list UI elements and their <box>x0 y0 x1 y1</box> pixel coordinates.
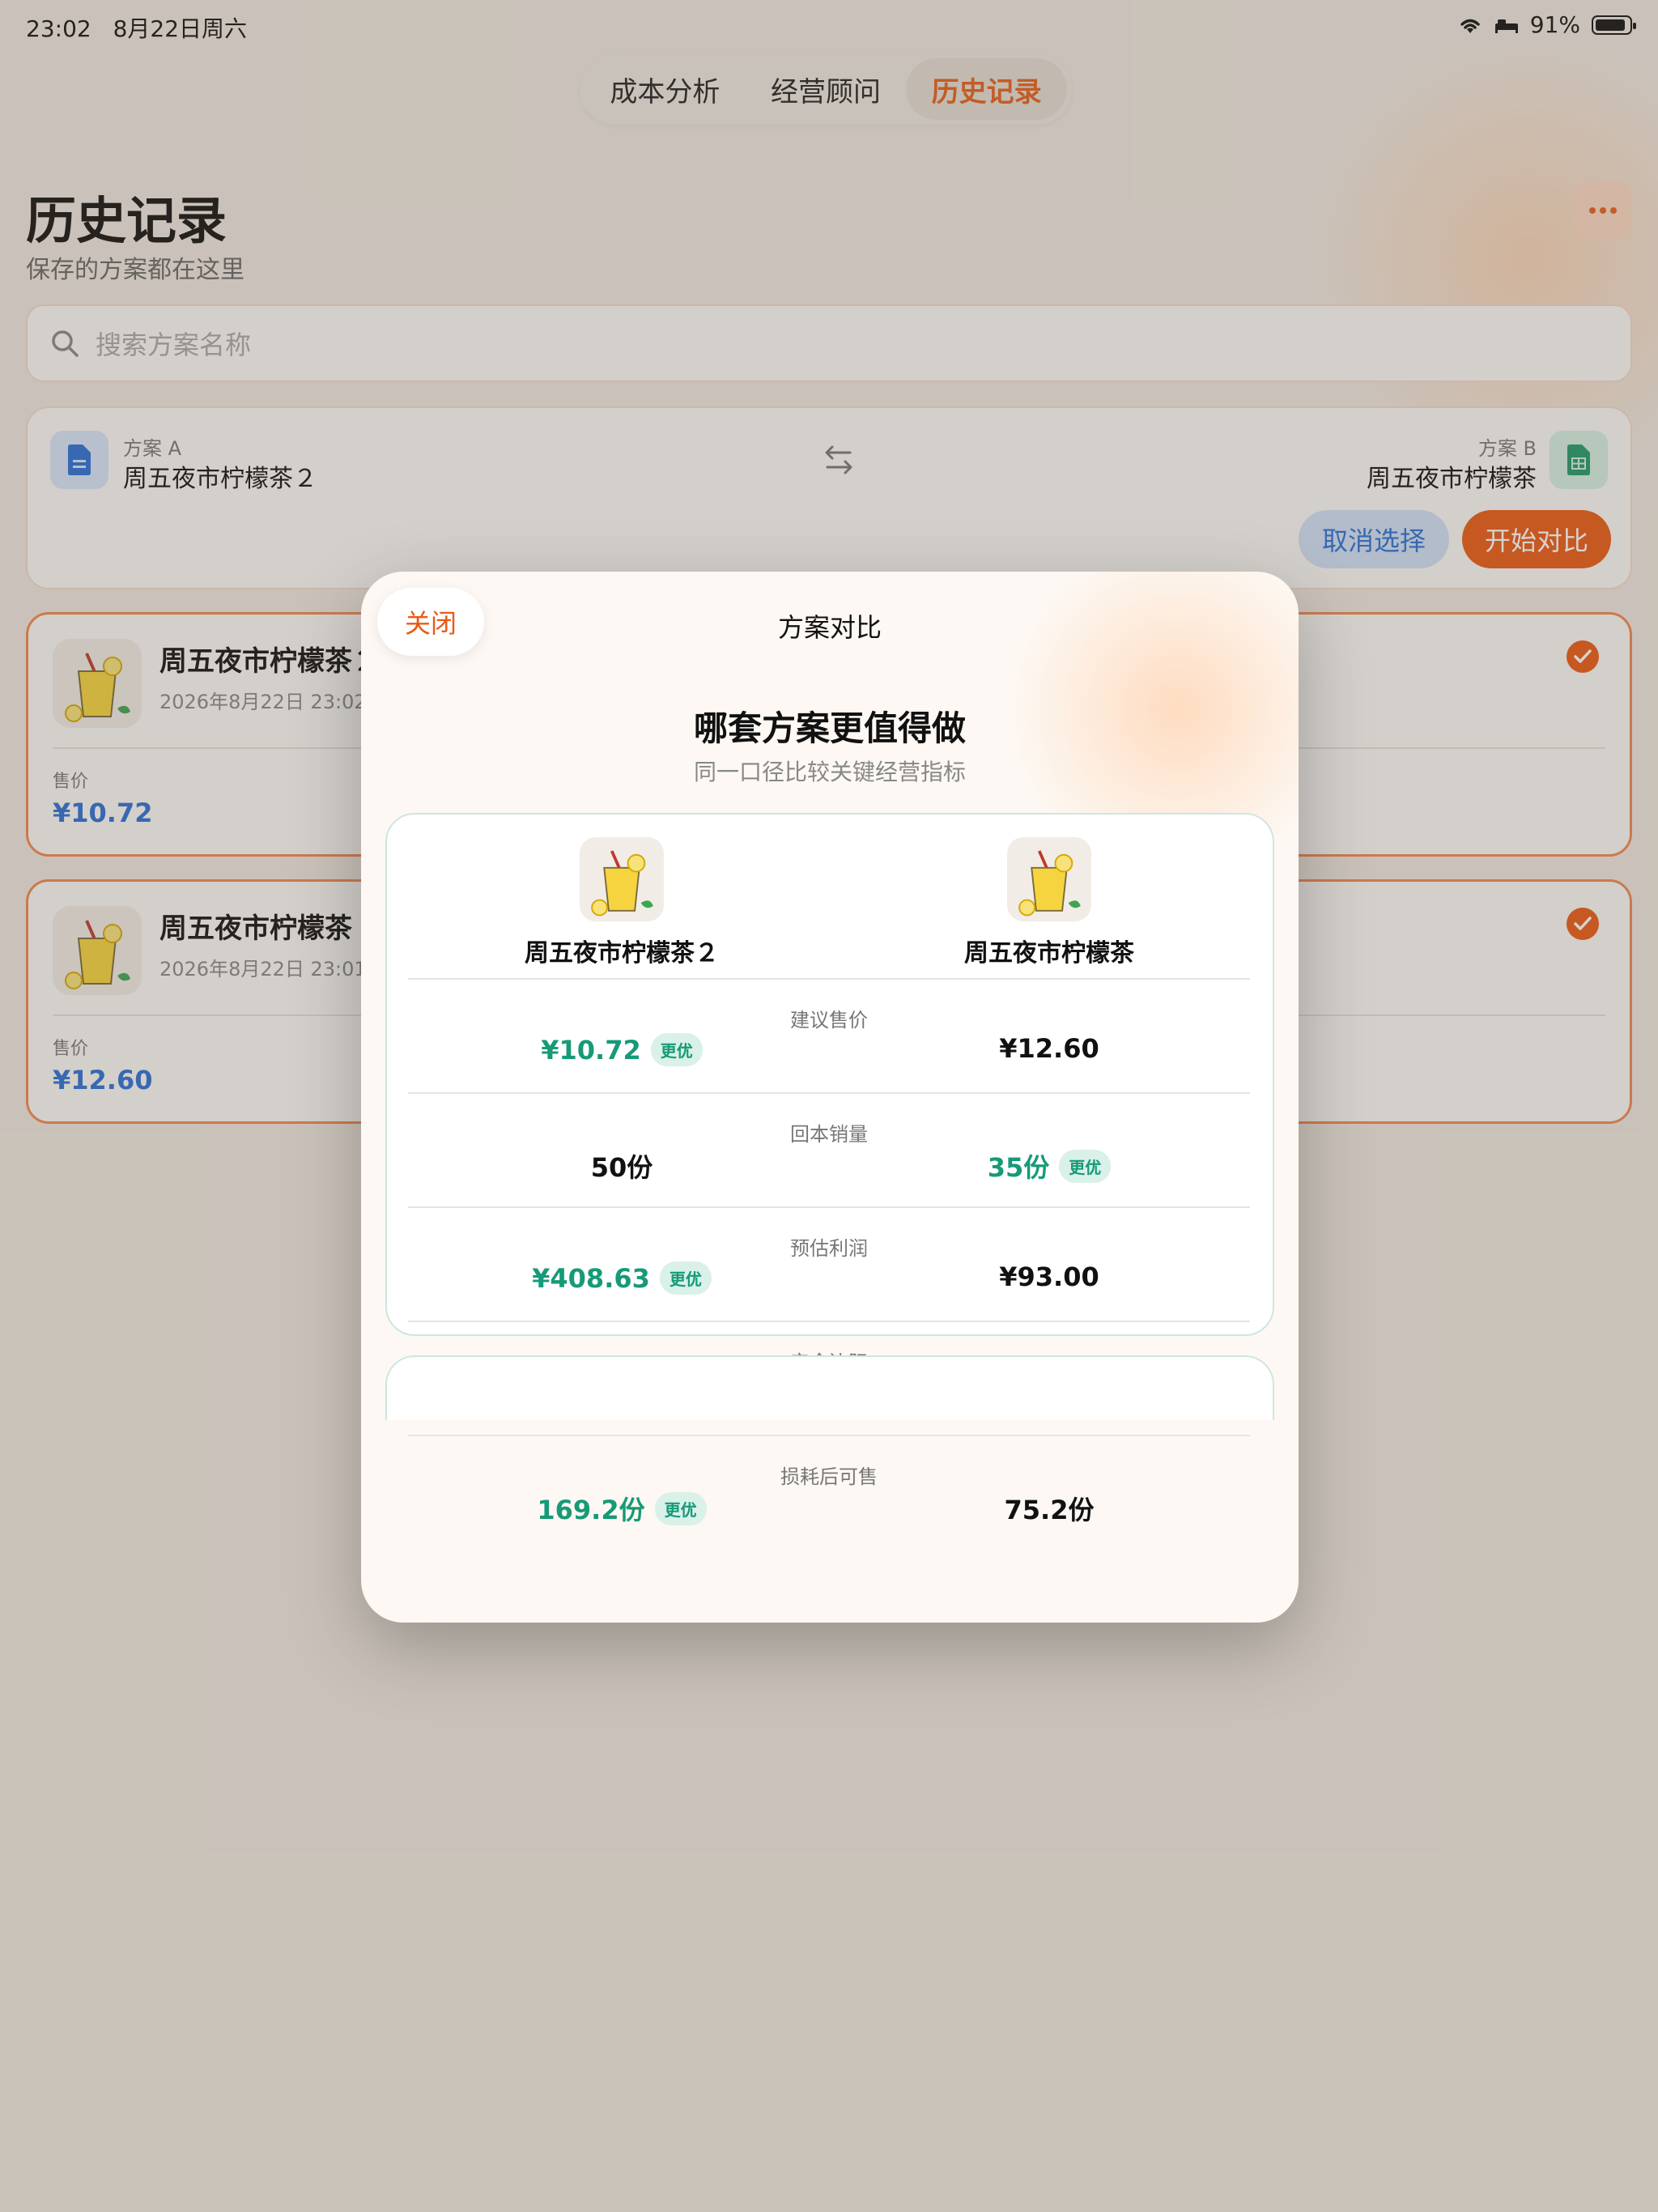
metric-label: 建议售价 <box>790 1009 868 1032</box>
hero-title: 哪套方案更值得做 <box>693 708 966 748</box>
metric-value: ¥408.63 <box>532 1262 650 1294</box>
comparison-row: 预估利润 ¥408.63 更优 ¥93.00 <box>408 1206 1250 1321</box>
plan-b-name: 周五夜市柠檬茶 <box>964 939 1134 968</box>
lemon-tea-icon <box>1018 850 1081 917</box>
better-badge: 更优 <box>659 1261 712 1295</box>
plan-b-thumbnail <box>1007 837 1091 921</box>
comparison-row: 损耗后可售 169.2份 更优 75.2份 <box>408 1435 1250 1550</box>
plan-b-value: 75.2份 <box>887 1490 1211 1527</box>
plan-a-value: ¥10.72 更优 <box>460 1033 784 1066</box>
better-badge: 更优 <box>654 1491 707 1525</box>
metric-value: 35份 <box>987 1152 1050 1183</box>
metric-value: ¥12.60 <box>999 1033 1099 1064</box>
metric-value: 75.2份 <box>1004 1495 1095 1525</box>
plan-b-value: 35份 更优 <box>887 1147 1211 1185</box>
metric-label: 回本销量 <box>790 1123 868 1146</box>
app-screen: 23:02 8月22日周六 91% 成本分析 经营顾问 历史记录 历史记录 保存… <box>0 0 1658 2212</box>
comparison-row: 建议售价 ¥10.72 更优 ¥12.60 <box>408 978 1250 1093</box>
lemon-tea-icon <box>591 850 653 917</box>
modal-title: 方案对比 <box>777 612 882 643</box>
plan-a-value: 50份 <box>460 1147 784 1185</box>
metric-label: 损耗后可售 <box>780 1465 878 1488</box>
hero-subtitle: 同一口径比较关键经营指标 <box>693 759 966 785</box>
comparison-table: 周五夜市柠檬茶２ 周五夜市柠檬茶 建议售价 ¥10.72 更优 ¥12.60 回本销量 5… <box>385 813 1274 1525</box>
metric-value: ¥93.00 <box>999 1261 1099 1292</box>
plan-b-header: 周五夜市柠檬茶 <box>887 837 1211 968</box>
compare-modal: 关闭 方案对比 哪套方案更值得做 同一口径比较关键经营指标 周五夜市柠檬茶２ 周… <box>361 572 1299 1623</box>
metric-value: ¥10.72 <box>541 1034 641 1066</box>
plan-a-header: 周五夜市柠檬茶２ <box>460 837 784 968</box>
metric-value: 169.2份 <box>537 1495 645 1525</box>
plan-a-value: ¥408.63 更优 <box>460 1261 784 1295</box>
plan-a-value: 169.2份 更优 <box>460 1490 784 1527</box>
comparison-row: 回本销量 50份 35份 更优 <box>408 1092 1250 1207</box>
plan-a-name: 周五夜市柠檬茶２ <box>525 939 719 968</box>
next-section-card <box>385 1355 1274 1420</box>
plan-a-thumbnail <box>580 837 664 921</box>
better-badge: 更优 <box>1059 1149 1112 1183</box>
plan-b-value: ¥12.60 <box>887 1033 1211 1064</box>
plan-b-value: ¥93.00 <box>887 1261 1211 1292</box>
metric-value: 50份 <box>590 1152 653 1183</box>
better-badge: 更优 <box>650 1033 703 1066</box>
metric-label: 预估利润 <box>790 1237 868 1260</box>
